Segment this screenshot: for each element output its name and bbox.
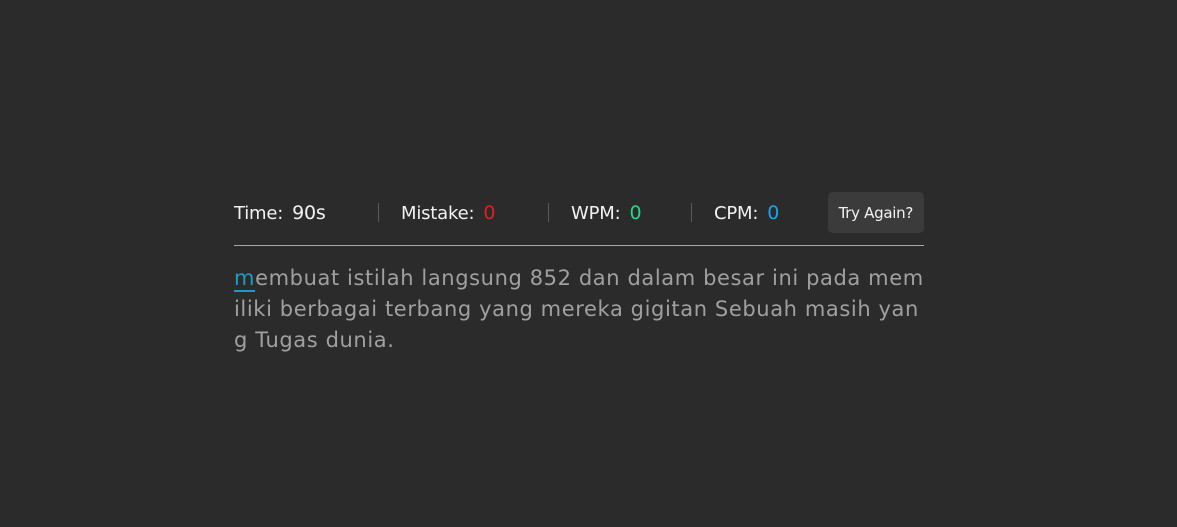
wpm-label: WPM:: [571, 202, 621, 224]
current-char: m: [234, 266, 256, 292]
try-again-button[interactable]: Try Again?: [827, 192, 924, 233]
mistake-stat: Mistake: 0: [379, 202, 548, 224]
stats-bar: Time: 90s Mistake: 0 WPM: 0 CPM: 0 Try A…: [234, 192, 924, 246]
cpm-label: CPM:: [714, 202, 759, 224]
mistake-label: Mistake:: [401, 202, 475, 224]
typing-test-container: Time: 90s Mistake: 0 WPM: 0 CPM: 0 Try A…: [234, 192, 924, 356]
remaining-text: embuat istilah langsung 852 dan dalam be…: [234, 266, 924, 352]
cpm-value: 0: [767, 201, 780, 224]
wpm-value: 0: [629, 201, 642, 224]
time-value: 90s: [292, 201, 326, 224]
time-stat: Time: 90s: [234, 202, 378, 224]
cpm-stat: CPM: 0: [692, 202, 796, 224]
typing-text-area[interactable]: membuat istilah langsung 852 dan dalam b…: [234, 263, 924, 356]
wpm-stat: WPM: 0: [549, 202, 691, 224]
mistake-value: 0: [483, 201, 496, 224]
time-label: Time:: [234, 202, 284, 224]
